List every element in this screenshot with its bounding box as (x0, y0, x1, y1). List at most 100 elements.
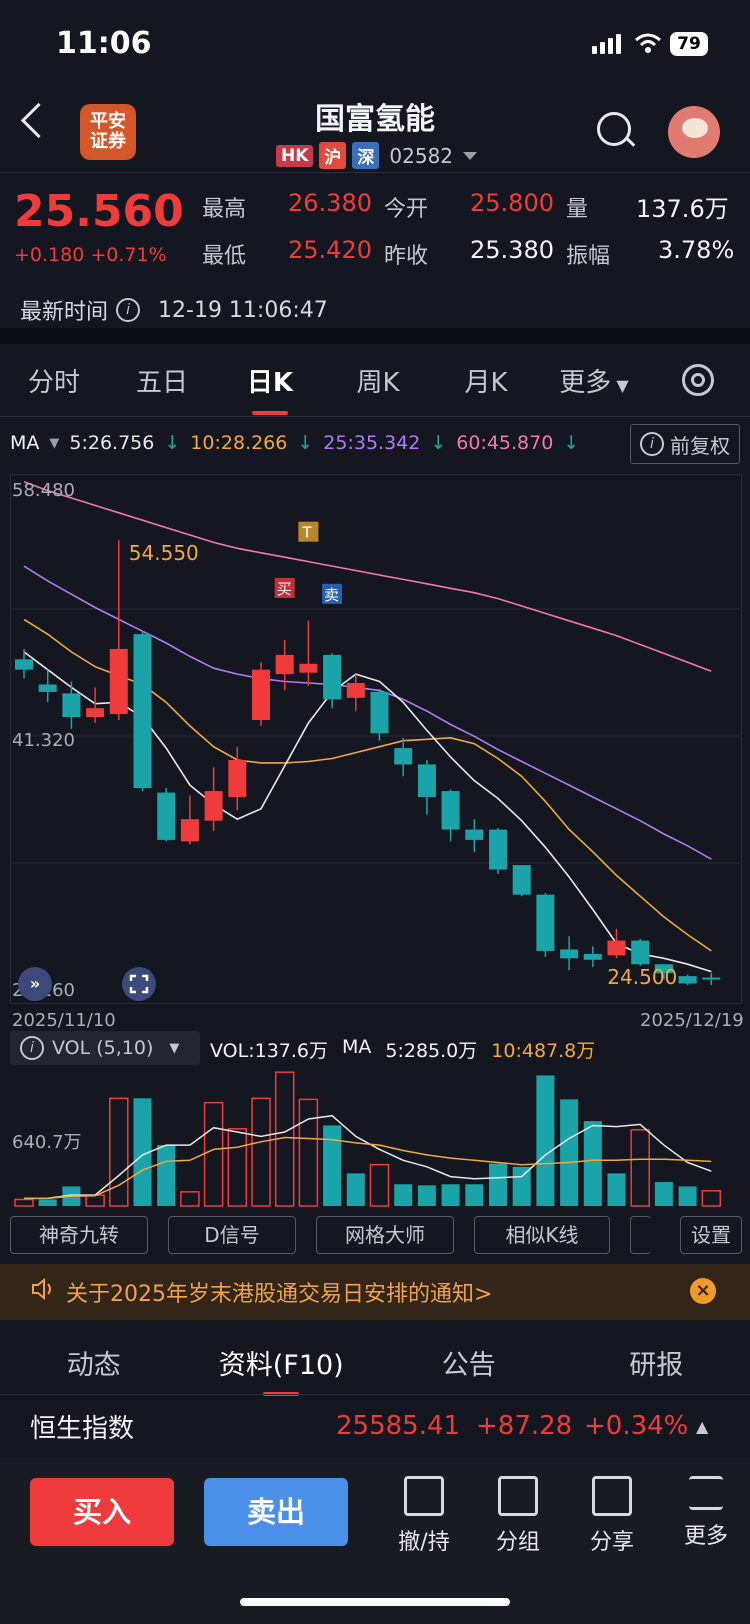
caret-up-icon: ▲ (696, 1416, 709, 1436)
volume-bar (14, 1198, 34, 1207)
volume-bar (417, 1185, 436, 1206)
candle-body (15, 659, 33, 670)
more-button[interactable]: 更多 (666, 1476, 746, 1556)
chip-grid-master[interactable]: 网格大师 (316, 1216, 454, 1254)
sell-button[interactable]: 卖出 (204, 1478, 348, 1546)
vol-indicator-title: VOL (5,10) (52, 1037, 154, 1059)
volume-bar (157, 1145, 176, 1206)
candle-body (133, 634, 152, 789)
vol-ma10: 10:487.8万 (491, 1040, 596, 1062)
volume-bar (38, 1199, 57, 1206)
volume-bar (701, 1190, 722, 1207)
stock-code: 02582 (389, 143, 454, 168)
wifi-icon (634, 32, 662, 58)
home-indicator[interactable] (240, 1598, 510, 1606)
gear-icon-center (691, 373, 705, 387)
info-icon[interactable]: i (116, 298, 141, 322)
volume-legend: VOL:137.6万 MA 5:285.0万 10:487.8万 (210, 1036, 595, 1063)
ma-legend[interactable]: MA ▼ 5:26.756 ↓ 10:28.266 ↓ 25:35.342 ↓ 60:… (10, 432, 579, 454)
min-price-annotation: 24.500 (607, 965, 677, 989)
volume-indicator-selector[interactable]: i VOL (5,10) ▼ (10, 1031, 200, 1065)
volume-value: 137.6万 (636, 195, 729, 223)
tag-sh: 沪 (319, 142, 347, 169)
close-icon[interactable]: × (690, 1278, 716, 1304)
folder-icon (498, 1476, 538, 1516)
expand-left-icon[interactable]: » (18, 967, 52, 1001)
index-ticker[interactable]: 恒生指数 25585.41 +87.28 +0.34% ▲ (0, 1394, 750, 1458)
buy-button[interactable]: 买入 (30, 1478, 174, 1546)
y-axis-mid-label: 41.320 (12, 730, 75, 751)
open-label: 今开 (384, 197, 429, 222)
volume-bar (512, 1166, 531, 1206)
share-button[interactable]: 分享 (572, 1476, 652, 1556)
vol-value: VOL:137.6万 (210, 1040, 328, 1062)
fullscreen-icon[interactable] (122, 967, 156, 1001)
k-chart[interactable]: 54.550 24.500 买 卖 T (10, 474, 740, 1002)
ma60-line (23, 480, 712, 672)
volume-bar (203, 1101, 224, 1207)
index-name: 恒生指数 (30, 1413, 135, 1444)
high-label: 最高 (202, 197, 247, 222)
tab-weekly-k[interactable]: 周K (324, 362, 432, 399)
bottom-actions: 撤/持 分组 分享 更多 (384, 1476, 746, 1556)
cancel-hold-button[interactable]: 撤/持 (384, 1476, 464, 1556)
tag-hk: HK (276, 144, 314, 167)
search-icon[interactable] (597, 112, 631, 146)
tab-announcements[interactable]: 公告 (375, 1343, 563, 1382)
volume-bar (251, 1097, 271, 1207)
volume-bar (85, 1194, 105, 1207)
tab-five-day[interactable]: 五日 (108, 362, 216, 399)
market-tags[interactable]: HK 沪 深 02582 (276, 142, 478, 169)
tab-f10[interactable]: 资料(F10) (188, 1343, 376, 1396)
arrow-down-icon: ↓ (164, 432, 181, 454)
tab-news[interactable]: 动态 (0, 1343, 188, 1382)
prev-close-value: 25.380 (470, 236, 554, 264)
menu-icon (689, 1476, 723, 1510)
volume-bar (678, 1186, 697, 1206)
chip-similar-k[interactable]: 相似K线 (474, 1216, 610, 1254)
adjust-button[interactable]: i 前复权 (630, 424, 740, 464)
candle-body (275, 654, 294, 675)
high-value: 26.380 (288, 189, 372, 217)
ma25-value: 25:35.342 (323, 432, 421, 454)
period-tabs: 分时 五日 日K 周K 月K 更多 ▼ (0, 344, 750, 416)
candle-body (346, 683, 365, 698)
volume-chart[interactable] (10, 1066, 740, 1208)
tab-research[interactable]: 研报 (563, 1343, 750, 1382)
header-divider (0, 172, 750, 173)
tab-monthly-k[interactable]: 月K (432, 362, 540, 399)
tab-more[interactable]: 更多 ▼ (540, 362, 648, 399)
latest-time-row: 最新时间 i 12-19 11:06:47 (20, 294, 328, 326)
chip-magic-nine[interactable]: 神奇九转 (10, 1216, 148, 1254)
open-value: 25.800 (470, 189, 554, 217)
candle-body (180, 819, 199, 842)
info-icon: i (20, 1036, 44, 1060)
candle-body (512, 865, 531, 895)
index-value: 25585.41 (336, 1411, 461, 1441)
chip-d-signal[interactable]: D信号 (168, 1216, 296, 1254)
tabs-divider (0, 416, 750, 417)
section-band (0, 328, 750, 344)
candle-body (536, 894, 555, 951)
candle-body (702, 977, 721, 980)
settings-chip[interactable]: 设置 (680, 1216, 742, 1254)
tool-chips: 神奇九转 D信号 网格大师 相似K线 (10, 1216, 740, 1254)
notice-banner[interactable]: 关于2025年岁末港股通交易日安排的通知> (0, 1264, 750, 1320)
tab-intraday[interactable]: 分时 (0, 362, 108, 399)
candle-body (394, 748, 413, 765)
max-price-annotation: 54.550 (129, 541, 199, 565)
group-button[interactable]: 分组 (478, 1476, 558, 1556)
low-label: 最低 (202, 244, 247, 269)
volume-label: 量 (566, 197, 589, 222)
ma-legend-label: MA (10, 432, 40, 454)
caret-down-icon[interactable] (463, 151, 478, 160)
t-marker: T (301, 524, 312, 542)
x-end-label: 2025/12/19 (640, 1010, 744, 1031)
tab-daily-k[interactable]: 日K (216, 362, 324, 415)
arrow-down-icon: ↓ (430, 432, 447, 454)
y-axis-top-label: 58.480 (12, 480, 75, 501)
notice-text: 关于2025年岁末港股通交易日安排的通知> (66, 1282, 493, 1307)
volume-bar (560, 1099, 579, 1206)
adjust-label: 前复权 (670, 433, 730, 458)
chip-partial[interactable] (630, 1216, 651, 1254)
